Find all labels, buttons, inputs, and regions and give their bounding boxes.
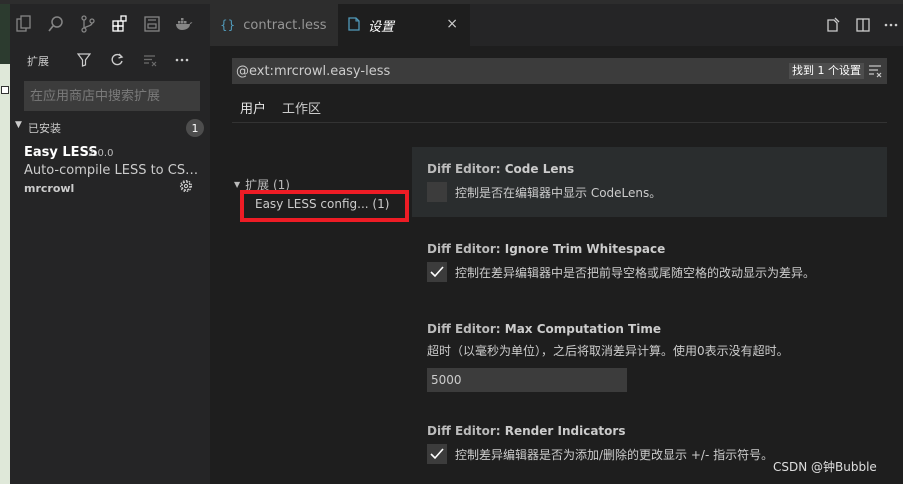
setting-description: 控制差异编辑器是否为添加/删除的更改显示 +/- 指示符号。	[455, 447, 774, 462]
watermark: CSDN @钟Bubble	[773, 460, 877, 474]
setting-diff-editor-ignore-trim-whitespace: Diff Editor: Ignore Trim Whitespace 控制在差…	[427, 242, 815, 282]
settings-result-count: 找到 1 个设置	[789, 63, 864, 79]
docker-icon[interactable]	[170, 10, 198, 38]
setting-category: Diff Editor:	[427, 424, 505, 438]
setting-name: Code Lens	[504, 162, 575, 176]
setting-category: Diff Editor:	[427, 242, 505, 256]
setting-title: Diff Editor: Ignore Trim Whitespace	[427, 242, 815, 256]
tab-user[interactable]: 用户	[240, 98, 266, 117]
chevron-down-icon: ▼	[234, 180, 241, 189]
setting-diff-editor-render-indicators: Diff Editor: Render Indicators 控制差异编辑器是否…	[427, 424, 773, 464]
activity-bar	[10, 4, 210, 46]
max-computation-time-field	[427, 368, 627, 392]
open-settings-json-icon[interactable]	[822, 14, 844, 36]
chevron-down-icon: ▼	[15, 120, 22, 130]
close-icon[interactable]: ×	[446, 16, 458, 32]
background-window-handle	[1, 86, 9, 94]
ignore-trim-whitespace-checkbox[interactable]	[427, 262, 447, 282]
extensions-search	[24, 81, 200, 111]
extensions-sidebar: 扩展 ▼ 已安装 1 Easy LESS 2.0.0 Auto-compile …	[10, 46, 210, 484]
setting-category: Diff Editor:	[427, 162, 505, 176]
setting-description: 控制在差异编辑器中是否把前导空格或尾随空格的改动显示为差异。	[455, 265, 816, 280]
installed-count-badge: 1	[186, 119, 204, 137]
tab-label: contract.less	[243, 17, 327, 33]
extensions-search-input[interactable]	[25, 82, 199, 110]
setting-diff-editor-code-lens: Diff Editor: Code Lens 控制是否在编辑器中显示 CodeL…	[427, 162, 661, 202]
more-actions-icon[interactable]	[880, 14, 902, 36]
setting-title: Diff Editor: Max Computation Time	[427, 322, 789, 336]
setting-description: 控制是否在编辑器中显示 CodeLens。	[455, 185, 662, 200]
less-file-icon: {}	[220, 18, 236, 32]
extension-name: Easy LESS	[24, 145, 98, 160]
extension-version: 2.0.0	[88, 148, 114, 159]
sidebar-title: 扩展	[27, 55, 49, 68]
extension-list-item[interactable]: Easy LESS 2.0.0 Auto-compile LESS to CSS…	[10, 142, 210, 200]
split-editor-icon[interactable]	[852, 14, 874, 36]
editor-tab-bar: {} contract.less 设置 ×	[210, 4, 903, 46]
setting-name: Max Computation Time	[504, 322, 661, 336]
source-control-icon[interactable]	[74, 10, 102, 38]
extension-author: mrcrowl	[24, 182, 75, 195]
background-window-content	[0, 64, 10, 484]
tab-settings[interactable]: 设置 ×	[338, 4, 470, 46]
setting-description: 超时（以毫秒为单位），之后将取消差异计算。使用0表示没有超时。	[427, 344, 789, 358]
scope-divider	[232, 122, 887, 123]
installed-label: 已安装	[28, 122, 61, 135]
setting-title: Diff Editor: Render Indicators	[427, 424, 773, 438]
explorer-icon[interactable]	[10, 10, 38, 38]
extension-description: Auto-compile LESS to CSS o...	[24, 163, 204, 178]
more-actions-icon[interactable]	[170, 48, 194, 72]
extensions-icon[interactable]	[106, 10, 134, 38]
settings-search-input[interactable]	[232, 58, 772, 84]
checkmark-icon	[430, 266, 444, 278]
settings-list: Diff Editor: Code Lens 控制是否在编辑器中显示 CodeL…	[412, 147, 887, 484]
setting-category: Diff Editor:	[427, 322, 505, 336]
max-computation-time-input[interactable]	[427, 368, 627, 392]
refresh-icon[interactable]	[105, 48, 129, 72]
search-icon[interactable]	[42, 10, 70, 38]
remote-explorer-icon[interactable]	[138, 10, 166, 38]
setting-diff-editor-max-computation-time: Diff Editor: Max Computation Time 超时（以毫秒…	[427, 322, 789, 392]
tab-workspace[interactable]: 工作区	[282, 98, 321, 117]
settings-file-icon	[348, 16, 360, 34]
code-lens-checkbox[interactable]	[427, 182, 447, 202]
setting-name: Ignore Trim Whitespace	[504, 242, 666, 256]
setting-name: Render Indicators	[504, 424, 626, 438]
setting-title: Diff Editor: Code Lens	[427, 162, 661, 176]
filter-icon[interactable]	[72, 48, 96, 72]
highlight-annotation-box	[240, 190, 409, 222]
tab-contract-less[interactable]: {} contract.less	[210, 4, 338, 46]
tab-label: 设置	[368, 19, 395, 35]
checkmark-icon	[430, 448, 444, 460]
settings-search: 找到 1 个设置	[232, 58, 887, 84]
gear-icon[interactable]	[178, 178, 194, 194]
background-window-edge	[0, 4, 10, 484]
clear-filter-icon[interactable]	[868, 62, 884, 80]
installed-section-header[interactable]: ▼ 已安装 1	[10, 117, 210, 139]
render-indicators-checkbox[interactable]	[427, 444, 447, 464]
clear-extensions-search-icon[interactable]	[138, 48, 162, 72]
